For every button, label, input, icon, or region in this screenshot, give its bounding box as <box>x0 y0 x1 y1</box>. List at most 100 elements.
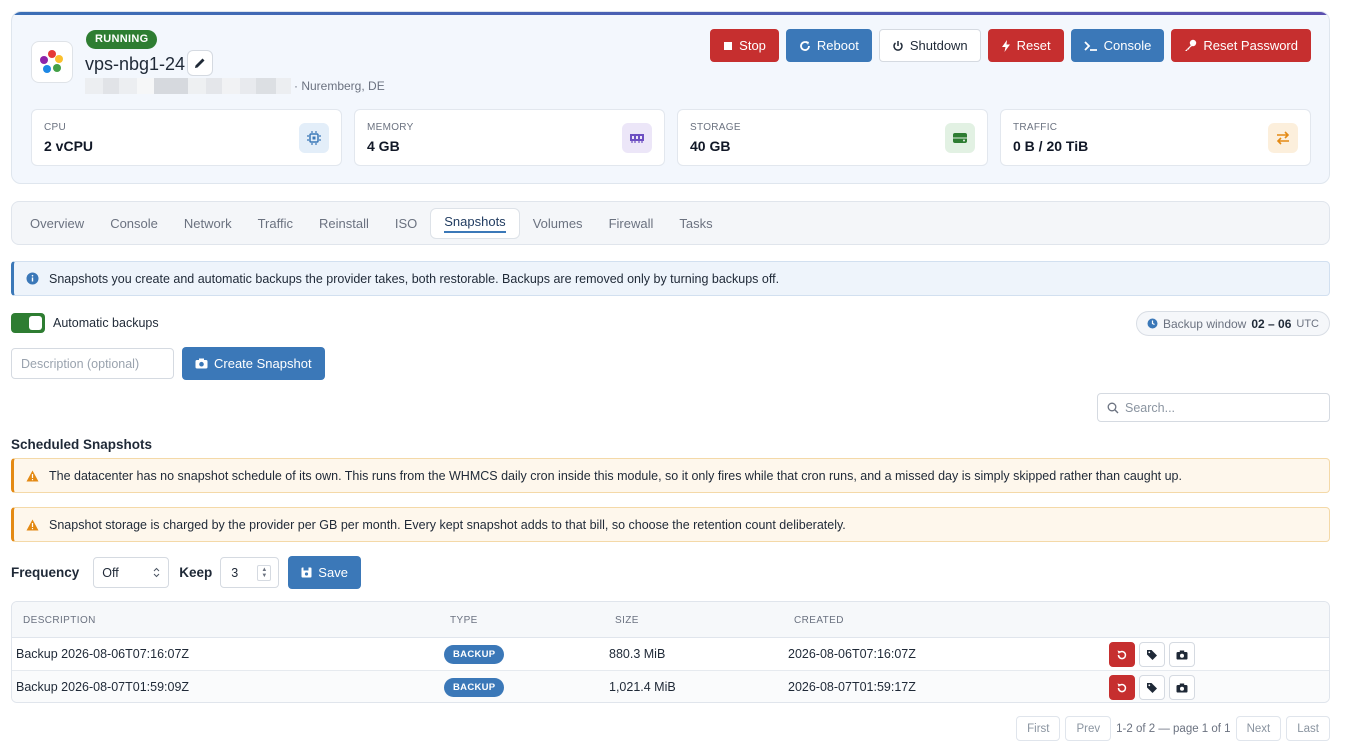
storage-icon <box>945 123 975 153</box>
row-size: 1,021.4 MiB <box>609 680 676 694</box>
restore-button[interactable] <box>1109 642 1135 667</box>
snapshot-from-backup-button[interactable] <box>1169 675 1195 700</box>
first-page-button[interactable]: First <box>1016 716 1061 741</box>
reset-button[interactable]: Reset <box>987 29 1064 62</box>
reboot-label: Reboot <box>816 38 859 53</box>
tab-traffic[interactable]: Traffic <box>245 208 306 239</box>
stat-label: CPU <box>44 122 67 133</box>
stop-button[interactable]: Stop <box>710 29 779 62</box>
stat-value: 4 GB <box>367 138 400 154</box>
stop-icon <box>724 41 733 50</box>
tab-network[interactable]: Network <box>171 208 245 239</box>
warning-icon <box>26 519 39 530</box>
tab-iso[interactable]: ISO <box>382 208 430 239</box>
create-snapshot-label: Create Snapshot <box>214 356 312 371</box>
tab-label: Network <box>183 215 232 231</box>
auto-backups-toggle[interactable] <box>11 313 45 333</box>
number-spinner-icon[interactable]: ▲ ▼ <box>257 564 272 581</box>
backup-window-value: 02 – 06 <box>1251 316 1292 331</box>
camera-icon <box>195 358 208 369</box>
tab-label: Overview <box>30 215 85 231</box>
console-button[interactable]: Console <box>1070 29 1165 62</box>
save-schedule-button[interactable]: Save <box>288 556 361 589</box>
table-row: Backup 2026-08-06T07:16:07Z BACKUP 880.3… <box>12 638 1329 671</box>
row-size: 880.3 MiB <box>609 647 666 661</box>
search-input[interactable] <box>1125 400 1315 415</box>
next-page-button[interactable]: Next <box>1235 716 1282 741</box>
save-label: Save <box>318 565 348 580</box>
tab-volumes[interactable]: Volumes <box>520 208 596 239</box>
stat-memory: MEMORY 4 GB <box>354 109 665 166</box>
reboot-button[interactable]: Reboot <box>785 29 872 62</box>
server-logo <box>31 41 73 83</box>
storage-cost-warning-alert: Snapshot storage is charged by the provi… <box>11 507 1330 542</box>
bolt-icon <box>1001 39 1010 52</box>
info-icon <box>26 272 39 285</box>
search-box <box>1097 393 1330 422</box>
last-page-button[interactable]: Last <box>1286 716 1330 741</box>
reset-label: Reset <box>1016 38 1051 53</box>
tab-reinstall[interactable]: Reinstall <box>306 208 382 239</box>
cron-warning-text: The datacenter has no snapshot schedule … <box>49 468 1182 483</box>
frequency-value: Off <box>102 565 119 580</box>
table-header: DESCRIPTION TYPE SIZE CREATED <box>12 602 1329 638</box>
tab-overview[interactable]: Overview <box>17 208 97 239</box>
table-row: Backup 2026-08-07T01:59:09Z BACKUP 1,021… <box>12 671 1329 702</box>
tag-button[interactable] <box>1139 642 1165 667</box>
schedule-form: Frequency Off Keep 3 ▲ ▼ Save <box>11 556 361 589</box>
tab-firewall[interactable]: Firewall <box>596 208 667 239</box>
clock-icon <box>1147 318 1158 329</box>
frequency-select[interactable]: Off <box>93 557 170 588</box>
create-snapshot-button[interactable]: Create Snapshot <box>182 347 325 380</box>
row-type-badge: BACKUP <box>444 678 505 697</box>
snapshot-description-input[interactable] <box>11 348 174 379</box>
row-description: Backup 2026-08-06T07:16:07Z <box>16 647 190 661</box>
row-actions <box>1109 675 1195 700</box>
column-header-size: SIZE <box>615 615 639 626</box>
stat-storage: STORAGE 40 GB <box>677 109 988 166</box>
row-actions <box>1109 642 1195 667</box>
save-icon <box>301 567 312 578</box>
tab-label: ISO <box>394 215 418 231</box>
info-text: Snapshots you create and automatic backu… <box>49 271 780 286</box>
pagination: First Prev 1-2 of 2 — page 1 of 1 Next L… <box>1016 716 1330 741</box>
stat-value: 40 GB <box>690 138 731 154</box>
stat-value: 2 vCPU <box>44 138 94 154</box>
key-icon <box>1185 39 1197 51</box>
tab-tasks[interactable]: Tasks <box>666 208 725 239</box>
server-tabs: Overview Console Network Traffic Reinsta… <box>11 201 1330 245</box>
auto-backups-label: Automatic backups <box>53 316 159 330</box>
row-description: Backup 2026-08-07T01:59:09Z <box>16 680 190 694</box>
tab-label: Reinstall <box>318 215 369 231</box>
tags-icon <box>1147 649 1157 660</box>
tag-button[interactable] <box>1139 675 1165 700</box>
restore-icon <box>1117 650 1127 659</box>
edit-hostname-button[interactable] <box>187 50 213 76</box>
tab-console[interactable]: Console <box>97 208 171 239</box>
row-created: 2026-08-07T01:59:17Z <box>788 680 916 694</box>
snapshots-table: DESCRIPTION TYPE SIZE CREATED Backup 202… <box>11 601 1330 703</box>
chip-icon <box>299 123 329 153</box>
server-location: · Nuremberg, DE <box>294 79 385 93</box>
keep-number-input[interactable]: 3 ▲ ▼ <box>220 557 280 588</box>
reset-password-button[interactable]: Reset Password <box>1171 29 1311 62</box>
tab-snapshots[interactable]: Snapshots <box>430 207 520 239</box>
camera-icon <box>1176 683 1188 692</box>
keep-label: Keep <box>179 565 213 580</box>
cron-warning-alert: The datacenter has no snapshot schedule … <box>11 458 1330 493</box>
backup-window-pill: Backup window 02 – 06 UTC <box>1135 311 1330 336</box>
auto-backups-row: Automatic backups <box>11 313 159 333</box>
keep-value: 3 <box>231 565 239 580</box>
storage-cost-warning-text: Snapshot storage is charged by the provi… <box>49 517 846 532</box>
tab-label: Snapshots <box>444 214 506 233</box>
prev-page-button[interactable]: Prev <box>1065 716 1112 741</box>
pinwheel-logo-icon <box>40 50 63 73</box>
stat-label: STORAGE <box>690 122 741 133</box>
stat-label: MEMORY <box>367 122 414 133</box>
shutdown-button[interactable]: Shutdown <box>878 29 981 62</box>
tab-label: Firewall <box>608 215 654 231</box>
restore-button[interactable] <box>1109 675 1135 700</box>
tab-label: Console <box>110 215 158 231</box>
snapshot-from-backup-button[interactable] <box>1169 642 1195 667</box>
memory-icon <box>622 123 652 153</box>
